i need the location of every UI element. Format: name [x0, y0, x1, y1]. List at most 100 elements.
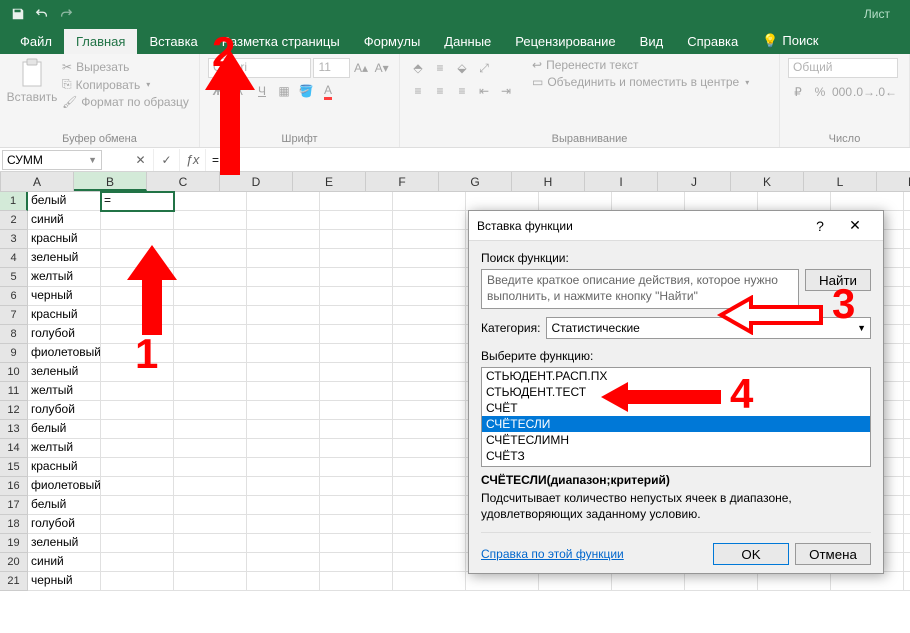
cell[interactable] [101, 420, 174, 439]
cell[interactable] [101, 534, 174, 553]
undo-icon[interactable] [30, 3, 54, 25]
cell[interactable] [174, 192, 247, 211]
cell[interactable] [393, 572, 466, 591]
tab-view[interactable]: Вид [628, 29, 676, 54]
cell[interactable]: черный [28, 572, 101, 591]
cell[interactable] [904, 439, 910, 458]
cell[interactable] [320, 382, 393, 401]
row-header[interactable]: 19 [0, 534, 28, 553]
cell[interactable]: красный [28, 306, 101, 325]
row-header[interactable]: 10 [0, 363, 28, 382]
search-function-input[interactable]: Введите краткое описание действия, котор… [481, 269, 799, 309]
cell[interactable] [904, 477, 910, 496]
tab-formulas[interactable]: Формулы [352, 29, 433, 54]
cell[interactable] [247, 211, 320, 230]
align-left-icon[interactable]: ≡ [408, 81, 428, 101]
cancel-formula-button[interactable]: ✕ [128, 149, 154, 171]
column-header[interactable]: K [731, 172, 804, 191]
cell[interactable] [247, 344, 320, 363]
cell[interactable] [320, 553, 393, 572]
cell[interactable]: фиолетовый [28, 344, 101, 363]
cell[interactable] [320, 192, 393, 211]
cell[interactable] [101, 458, 174, 477]
cell[interactable] [247, 572, 320, 591]
dialog-titlebar[interactable]: Вставка функции ? ✕ [469, 211, 883, 241]
cell[interactable] [247, 268, 320, 287]
cell[interactable] [320, 572, 393, 591]
cell[interactable] [174, 496, 247, 515]
number-format-select[interactable]: Общий [788, 58, 898, 78]
function-list-item[interactable]: СЧЁТ [482, 400, 870, 416]
cut-button[interactable]: ✂Вырезать [62, 60, 189, 74]
cell[interactable]: черный [28, 287, 101, 306]
column-header[interactable]: I [585, 172, 658, 191]
cell[interactable] [320, 211, 393, 230]
cell[interactable] [101, 439, 174, 458]
cell[interactable]: голубой [28, 515, 101, 534]
cell[interactable]: красный [28, 230, 101, 249]
cell[interactable] [101, 401, 174, 420]
category-select[interactable]: Статистические ▼ [546, 317, 871, 339]
cell[interactable] [612, 572, 685, 591]
cell[interactable] [466, 572, 539, 591]
cell[interactable] [393, 268, 466, 287]
cell[interactable] [101, 268, 174, 287]
dialog-help-button[interactable]: ? [805, 218, 835, 234]
cell[interactable] [904, 534, 910, 553]
cell[interactable] [320, 325, 393, 344]
cell[interactable] [393, 553, 466, 572]
cell[interactable] [393, 401, 466, 420]
cell[interactable] [101, 363, 174, 382]
paste-button[interactable]: Вставить [8, 58, 56, 109]
align-bottom-icon[interactable]: ⬙ [452, 58, 472, 78]
italic-icon[interactable]: К [230, 81, 250, 101]
cell[interactable] [320, 515, 393, 534]
cell[interactable] [247, 192, 320, 211]
cell[interactable] [393, 230, 466, 249]
cell[interactable] [174, 363, 247, 382]
cell[interactable]: желтый [28, 439, 101, 458]
font-color-icon[interactable]: A [318, 81, 338, 101]
format-painter-button[interactable]: 🖌Формат по образцу [62, 95, 189, 109]
cell[interactable] [101, 211, 174, 230]
cell[interactable]: синий [28, 553, 101, 572]
redo-icon[interactable] [54, 3, 78, 25]
row-header[interactable]: 21 [0, 572, 28, 591]
cell[interactable] [393, 306, 466, 325]
indent-decrease-icon[interactable]: ⇤ [474, 81, 494, 101]
ok-button[interactable]: OK [713, 543, 789, 565]
cell[interactable] [174, 477, 247, 496]
cell[interactable] [904, 515, 910, 534]
cell[interactable] [904, 496, 910, 515]
cell[interactable] [320, 477, 393, 496]
underline-icon[interactable]: Ч [252, 81, 272, 101]
cell[interactable]: белый [28, 192, 101, 211]
cell[interactable]: = [101, 192, 174, 211]
cell[interactable] [247, 534, 320, 553]
decrease-font-icon[interactable]: A▾ [372, 58, 391, 78]
cell[interactable] [101, 553, 174, 572]
cell[interactable] [320, 439, 393, 458]
save-icon[interactable] [6, 3, 30, 25]
orientation-icon[interactable]: ⤢ [474, 58, 494, 78]
cell[interactable] [247, 287, 320, 306]
cell[interactable] [904, 572, 910, 591]
row-header[interactable]: 17 [0, 496, 28, 515]
cell[interactable]: зеленый [28, 534, 101, 553]
row-header[interactable]: 8 [0, 325, 28, 344]
cell[interactable] [320, 306, 393, 325]
cell[interactable] [758, 192, 831, 211]
cell[interactable] [101, 249, 174, 268]
percent-format-icon[interactable]: % [810, 82, 830, 102]
border-icon[interactable]: ▦ [274, 81, 294, 101]
cell[interactable] [101, 325, 174, 344]
cell[interactable] [247, 477, 320, 496]
cell[interactable] [393, 439, 466, 458]
dialog-close-button[interactable]: ✕ [835, 217, 875, 234]
cell[interactable] [101, 382, 174, 401]
cell[interactable] [101, 306, 174, 325]
copy-button[interactable]: ⎘Копировать▾ [62, 77, 189, 92]
column-header[interactable]: G [439, 172, 512, 191]
tab-layout[interactable]: Разметка страницы [210, 29, 352, 54]
tab-review[interactable]: Рецензирование [503, 29, 627, 54]
